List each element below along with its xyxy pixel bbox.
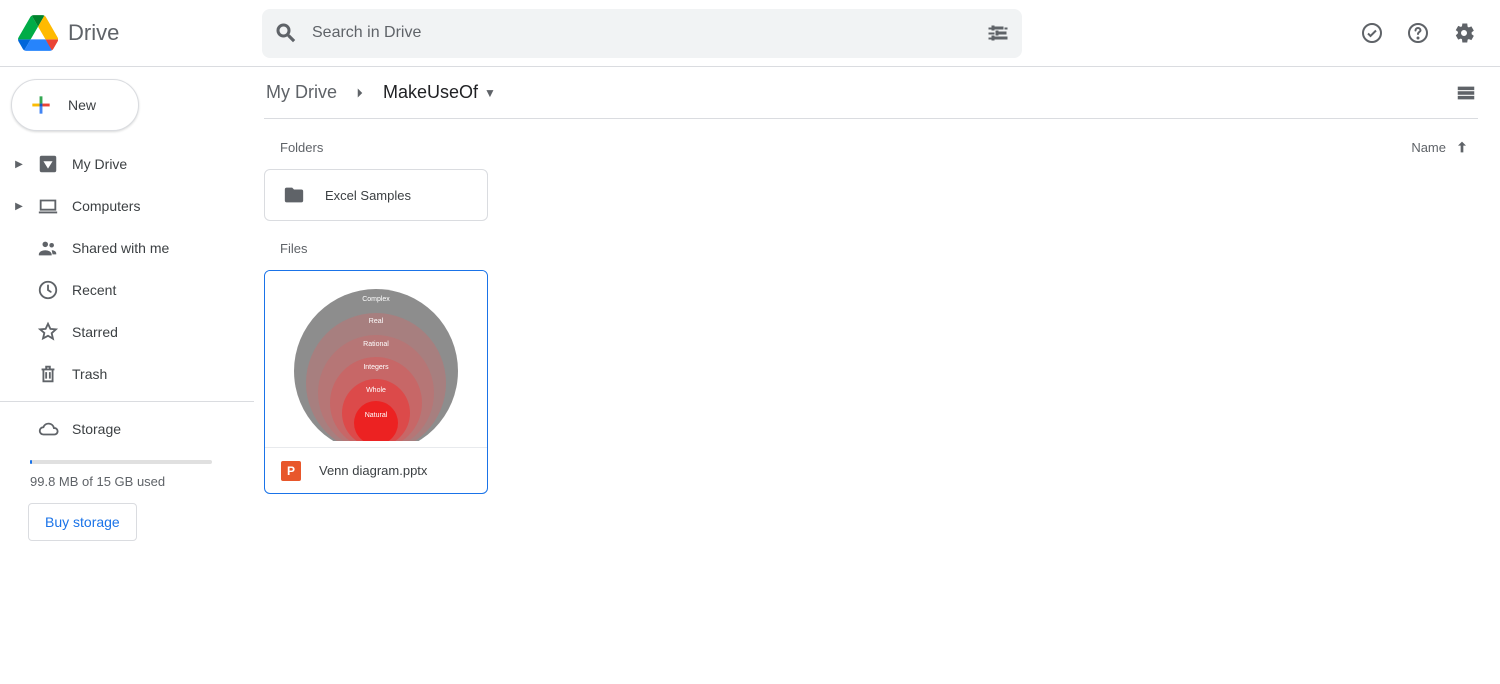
sidebar-item-computers[interactable]: ▶ Computers	[0, 185, 254, 227]
file-card[interactable]: Complex Real Rational Integers Whole Nat…	[264, 270, 488, 494]
sidebar-item-recent[interactable]: Recent	[0, 269, 254, 311]
sidebar-item-label: My Drive	[72, 156, 127, 172]
ring-label: Complex	[362, 296, 390, 303]
logo-block[interactable]: Drive	[18, 13, 262, 53]
sidebar-item-label: Trash	[72, 366, 107, 382]
settings-gear-icon[interactable]	[1452, 21, 1476, 45]
drive-logo-icon	[18, 13, 58, 53]
nav-list: ▶ My Drive ▶ Computers Shared with me Re…	[0, 143, 254, 395]
list-view-toggle-icon[interactable]	[1454, 81, 1478, 105]
ring-label: Natural	[365, 412, 388, 419]
file-thumbnail: Complex Real Rational Integers Whole Nat…	[265, 271, 487, 447]
plus-icon	[28, 92, 54, 118]
offline-ready-icon[interactable]	[1360, 21, 1384, 45]
storage-usage-text: 99.8 MB of 15 GB used	[30, 474, 254, 489]
new-button-label: New	[68, 97, 96, 113]
sidebar-item-label: Recent	[72, 282, 116, 298]
files-grid: Complex Real Rational Integers Whole Nat…	[264, 270, 1478, 494]
app-header: Drive	[0, 0, 1500, 67]
app-name-label: Drive	[68, 20, 119, 46]
breadcrumb-current[interactable]: MakeUseOf ▼	[381, 78, 498, 107]
ring-label: Rational	[363, 341, 389, 348]
folders-label: Folders	[280, 140, 323, 155]
file-footer: P Venn diagram.pptx	[265, 447, 487, 493]
ring-label: Integers	[363, 364, 389, 371]
drive-folder-icon	[36, 152, 60, 176]
file-name: Venn diagram.pptx	[319, 463, 427, 478]
folder-name: Excel Samples	[325, 188, 411, 203]
sidebar-item-label: Computers	[72, 198, 140, 214]
sort-by-name[interactable]: Name	[1411, 139, 1470, 155]
folders-grid: Excel Samples	[264, 169, 1478, 221]
search-options-icon[interactable]	[986, 21, 1010, 45]
ring-label: Real	[369, 318, 384, 325]
sidebar-item-shared[interactable]: Shared with me	[0, 227, 254, 269]
sidebar-item-starred[interactable]: Starred	[0, 311, 254, 353]
sidebar-item-trash[interactable]: Trash	[0, 353, 254, 395]
people-icon	[36, 236, 60, 260]
sidebar-item-label: Starred	[72, 324, 118, 340]
storage-usage-bar	[30, 460, 212, 464]
breadcrumb: My Drive MakeUseOf ▼	[264, 67, 1478, 119]
search-icon[interactable]	[274, 21, 298, 45]
sidebar-item-label: Shared with me	[72, 240, 169, 256]
trash-icon	[36, 362, 60, 386]
ring-label: Whole	[366, 387, 386, 394]
sort-column-label: Name	[1411, 140, 1446, 155]
folder-icon	[283, 184, 305, 206]
arrow-up-icon	[1454, 139, 1470, 155]
star-icon	[36, 320, 60, 344]
sidebar-item-storage[interactable]: Storage	[0, 408, 254, 450]
caret-right-icon[interactable]: ▶	[14, 159, 24, 170]
sidebar-item-label: Storage	[72, 421, 121, 437]
breadcrumb-current-label: MakeUseOf	[383, 82, 478, 103]
sidebar-item-my-drive[interactable]: ▶ My Drive	[0, 143, 254, 185]
caret-right-icon[interactable]: ▶	[14, 201, 24, 212]
clock-icon	[36, 278, 60, 302]
files-label: Files	[280, 241, 307, 256]
sidebar: New ▶ My Drive ▶ Computers Shared with m…	[0, 67, 254, 684]
new-button[interactable]: New	[11, 79, 139, 131]
divider	[0, 401, 254, 402]
search-input[interactable]	[298, 24, 986, 42]
laptop-icon	[36, 194, 60, 218]
buy-storage-button[interactable]: Buy storage	[28, 503, 137, 541]
header-actions	[1360, 21, 1484, 45]
nav-storage: Storage	[0, 408, 254, 450]
folder-card[interactable]: Excel Samples	[264, 169, 488, 221]
search-bar[interactable]	[262, 9, 1022, 58]
cloud-icon	[36, 417, 60, 441]
caret-down-icon[interactable]: ▼	[484, 86, 496, 100]
files-section-header: Files	[264, 241, 1478, 256]
powerpoint-icon: P	[281, 461, 301, 481]
help-icon[interactable]	[1406, 21, 1430, 45]
chevron-right-icon	[351, 84, 369, 102]
folders-section-header: Folders Name	[264, 139, 1478, 155]
breadcrumb-root[interactable]: My Drive	[264, 78, 339, 107]
main-area: My Drive MakeUseOf ▼ Folders Name	[254, 67, 1500, 684]
